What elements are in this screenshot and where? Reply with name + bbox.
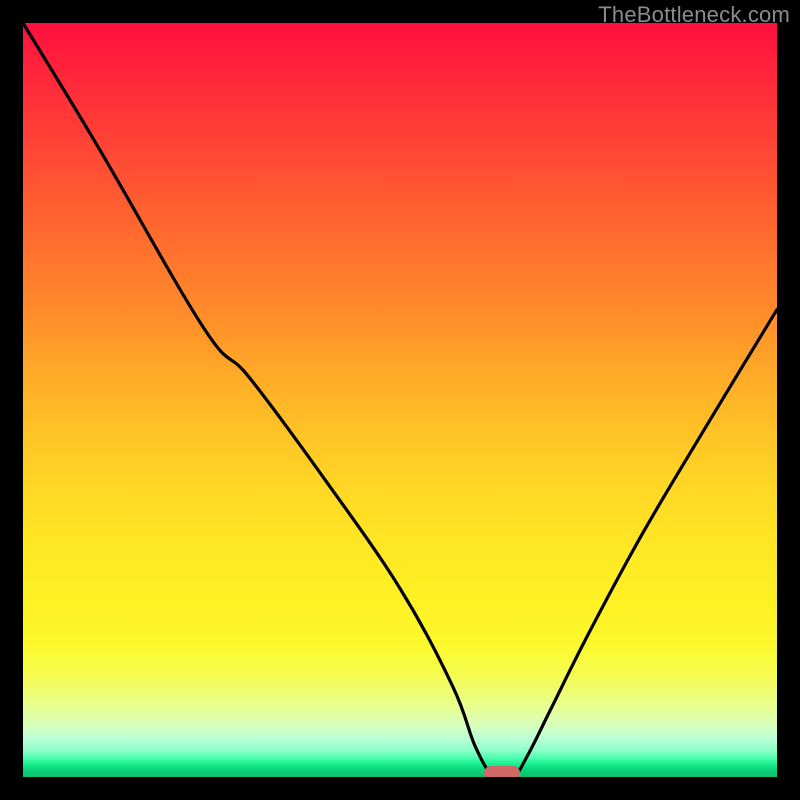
watermark-text: TheBottleneck.com [598, 2, 790, 28]
plot-area [23, 23, 777, 777]
chart-stage: TheBottleneck.com [0, 0, 800, 800]
minimum-marker [484, 766, 520, 777]
bottleneck-curve [23, 23, 777, 777]
